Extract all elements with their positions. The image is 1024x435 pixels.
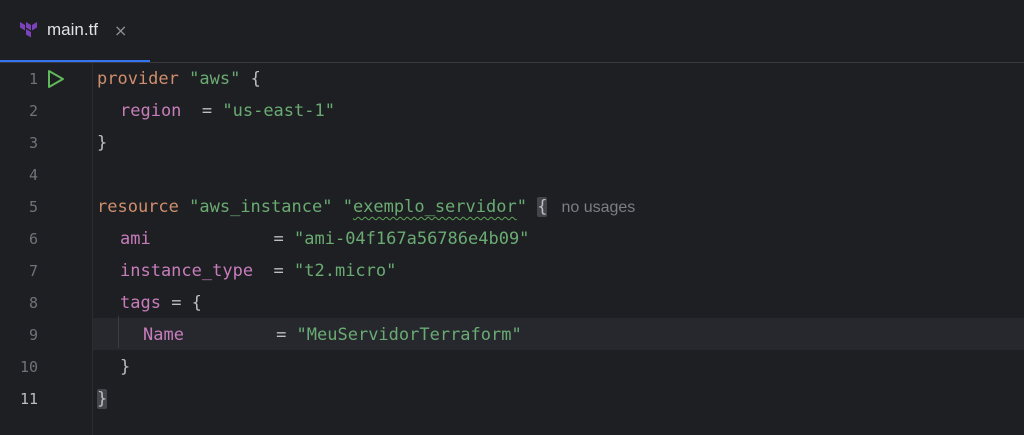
line-number: 4	[28, 166, 38, 184]
keyword-provider: provider	[97, 69, 179, 89]
string-instance-type-value: "t2.micro"	[294, 261, 397, 281]
string-aws: "aws"	[189, 69, 241, 89]
brace-close-matched: }	[97, 389, 108, 409]
property-name: Name	[143, 325, 184, 345]
line-number: 8	[28, 294, 38, 312]
assign: =	[183, 325, 297, 345]
property-ami: ami	[120, 229, 151, 249]
editor-tab-bar: main.tf ×	[0, 0, 1024, 63]
line-number: 1	[28, 70, 38, 88]
typo-squiggle: exemplo_servidor	[352, 197, 517, 217]
property-instance-type: instance_type	[120, 261, 254, 281]
string-resource-type: "aws_instance"	[189, 197, 333, 217]
string-region-value: "us-east-1"	[222, 101, 335, 121]
run-icon[interactable]	[47, 69, 65, 89]
brace-open: {	[191, 293, 202, 313]
string-resource-name: "exemplo_servidor"	[342, 197, 527, 217]
terraform-icon	[20, 21, 38, 39]
code-line-3: }	[97, 127, 107, 159]
line-number-current: 11	[19, 390, 38, 408]
code-editor[interactable]: main.tf × 1 2 3 4 5 6 7 8 9 10 11 provid…	[0, 0, 1024, 435]
property-region: region	[120, 101, 182, 121]
property-tags: tags	[120, 293, 161, 313]
brace-open: {	[250, 69, 261, 89]
line-number: 2	[28, 102, 38, 120]
code-line-6: ami = "ami-04f167a56786e4b09"	[120, 223, 529, 255]
line-number: 6	[28, 230, 38, 248]
line-number: 9	[28, 326, 38, 344]
line-number: 5	[28, 198, 38, 216]
brace-open-matched: {	[537, 197, 548, 217]
code-line-9: Name = "MeuServidorTerraform"	[143, 319, 522, 351]
code-line-8: tags = {	[120, 287, 202, 319]
keyword-resource: resource	[97, 197, 179, 217]
close-icon[interactable]: ×	[114, 21, 127, 40]
code-line-1: provider "aws" {	[97, 63, 261, 95]
assign: =	[160, 293, 192, 313]
line-number: 7	[28, 262, 38, 280]
brace-close: }	[97, 133, 108, 153]
indent-guide	[118, 316, 119, 348]
line-number: 10	[19, 358, 38, 376]
code-line-10: }	[120, 351, 130, 383]
gutter[interactable]: 1 2 3 4 5 6 7 8 9 10 11	[0, 63, 93, 435]
string-name-value: "MeuServidorTerraform"	[296, 325, 522, 345]
usages-hint[interactable]: no usages	[561, 199, 635, 216]
tab-label: main.tf	[47, 20, 99, 39]
assign: =	[253, 261, 295, 281]
code-line-2: region = "us-east-1"	[120, 95, 335, 127]
tab-main-tf[interactable]: main.tf ×	[0, 0, 150, 62]
code-area[interactable]: provider "aws" { region = "us-east-1" } …	[93, 63, 1024, 435]
assign: =	[181, 101, 223, 121]
code-line-7: instance_type = "t2.micro"	[120, 255, 396, 287]
assign: =	[150, 229, 295, 249]
string-ami-value: "ami-04f167a56786e4b09"	[294, 229, 530, 249]
code-line-5: resource "aws_instance" "exemplo_servido…	[97, 191, 635, 223]
line-number: 3	[28, 134, 38, 152]
brace-close: }	[120, 357, 131, 377]
code-line-11: }	[97, 383, 108, 415]
